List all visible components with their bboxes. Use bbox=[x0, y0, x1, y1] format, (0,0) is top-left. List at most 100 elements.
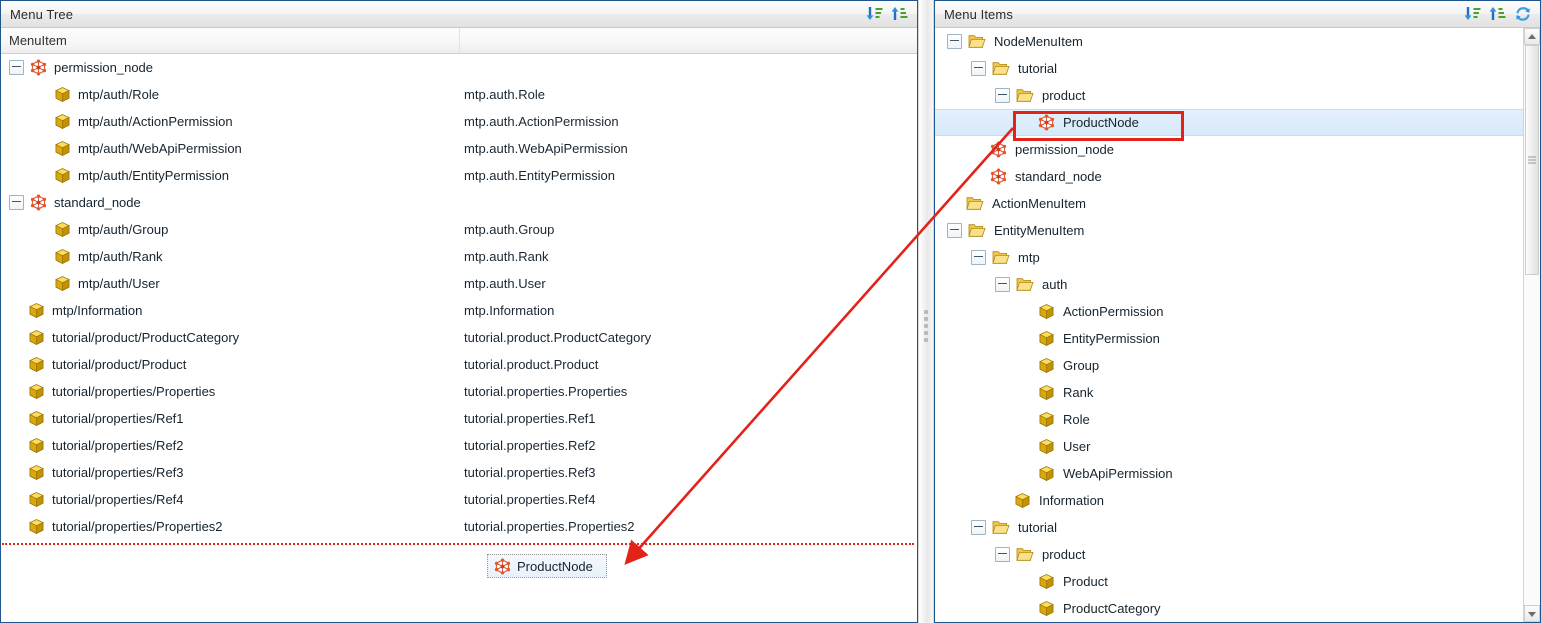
menu-items-row[interactable]: NodeMenuItem bbox=[935, 28, 1523, 55]
menu-tree-row[interactable]: mtp/auth/WebApiPermission mtp.auth.WebApi… bbox=[1, 135, 917, 162]
menu-items-row[interactable]: product bbox=[935, 82, 1523, 109]
collapse-node-toggle[interactable] bbox=[947, 223, 962, 238]
menu-items-row[interactable]: ProductCategory bbox=[935, 595, 1523, 622]
menu-items-row[interactable]: Information bbox=[935, 487, 1523, 514]
menu-tree-row-name-cell: mtp/auth/Role bbox=[1, 86, 460, 103]
cube-icon bbox=[1038, 600, 1055, 617]
column-header-value[interactable] bbox=[460, 28, 917, 53]
expander-placeholder bbox=[35, 223, 48, 236]
scrollbar-track[interactable] bbox=[1524, 45, 1540, 605]
drag-ghost-productnode[interactable]: ProductNode bbox=[487, 554, 607, 578]
expander-placeholder bbox=[9, 304, 22, 317]
menu-items-row[interactable]: tutorial bbox=[935, 514, 1523, 541]
node-icon bbox=[30, 59, 47, 76]
menu-tree-row[interactable]: mtp/auth/User mtp.auth.User bbox=[1, 270, 917, 297]
sort-ascending-icon[interactable] bbox=[891, 5, 909, 23]
menu-tree-row[interactable]: mtp/auth/ActionPermission mtp.auth.Action… bbox=[1, 108, 917, 135]
collapse-node-toggle[interactable] bbox=[971, 250, 986, 265]
collapse-node-toggle[interactable] bbox=[995, 277, 1010, 292]
menu-items-row[interactable]: Rank bbox=[935, 379, 1523, 406]
menu-tree-row-label: mtp/auth/User bbox=[78, 276, 160, 291]
sort-descending-icon[interactable] bbox=[866, 5, 884, 23]
menu-items-row[interactable]: User bbox=[935, 433, 1523, 460]
menu-items-row[interactable]: EntityPermission bbox=[935, 325, 1523, 352]
expander-placeholder bbox=[35, 169, 48, 182]
cube-icon bbox=[1038, 357, 1055, 374]
menu-tree-row-label: mtp/auth/Group bbox=[78, 222, 169, 237]
cube-icon bbox=[54, 248, 71, 265]
collapse-node-toggle[interactable] bbox=[9, 60, 24, 75]
menu-items-row[interactable]: mtp bbox=[935, 244, 1523, 271]
menu-items-row[interactable]: tutorial bbox=[935, 55, 1523, 82]
menu-items-row-label: Role bbox=[1063, 412, 1090, 427]
menu-items-row[interactable]: ActionMenuItem bbox=[935, 190, 1523, 217]
menu-tree-row-name-cell: tutorial/product/ProductCategory bbox=[1, 329, 460, 346]
menu-tree-row-name-cell: mtp/Information bbox=[1, 302, 460, 319]
menu-tree-row[interactable]: mtp/auth/EntityPermission mtp.auth.Entity… bbox=[1, 162, 917, 189]
menu-tree-row[interactable]: tutorial/product/Product tutorial.product… bbox=[1, 351, 917, 378]
folder-icon bbox=[1016, 547, 1034, 562]
menu-tree-row-value: mtp.auth.Rank bbox=[464, 249, 549, 264]
menu-tree-row-label: tutorial/properties/Properties bbox=[52, 384, 216, 399]
menu-tree-row[interactable]: tutorial/properties/Properties tutorial.p… bbox=[1, 378, 917, 405]
collapse-node-toggle[interactable] bbox=[995, 88, 1010, 103]
menu-items-row[interactable]: Product bbox=[935, 568, 1523, 595]
menu-items-panel: Menu Items NodeMenuItem tutorial product… bbox=[934, 0, 1541, 623]
column-header-menuitem[interactable]: MenuItem bbox=[1, 28, 460, 53]
menu-tree-row-name-cell: tutorial/properties/Ref2 bbox=[1, 437, 460, 454]
menu-tree-row-value: mtp.auth.WebApiPermission bbox=[464, 141, 628, 156]
collapse-node-toggle[interactable] bbox=[995, 547, 1010, 562]
menu-items-row[interactable]: permission_node bbox=[935, 136, 1523, 163]
menu-tree-row-label: mtp/auth/Role bbox=[78, 87, 159, 102]
menu-tree-row[interactable]: tutorial/properties/Ref3 tutorial.propert… bbox=[1, 459, 917, 486]
menu-items-row[interactable]: WebApiPermission bbox=[935, 460, 1523, 487]
menu-tree-row-value: tutorial.product.Product bbox=[464, 357, 599, 372]
menu-items-row[interactable]: standard_node bbox=[935, 163, 1523, 190]
menu-items-row-selected[interactable]: ProductNode bbox=[935, 109, 1523, 136]
chevron-down-icon bbox=[1528, 611, 1536, 617]
sort-ascending-icon[interactable] bbox=[1489, 5, 1507, 23]
menu-items-row[interactable]: product bbox=[935, 541, 1523, 568]
menu-tree-row[interactable]: standard_node bbox=[1, 189, 917, 216]
expander-placeholder bbox=[1019, 359, 1032, 372]
cube-icon bbox=[1038, 384, 1055, 401]
menu-tree-row[interactable]: tutorial/product/ProductCategory tutorial… bbox=[1, 324, 917, 351]
menu-tree-row[interactable]: mtp/auth/Group mtp.auth.Group bbox=[1, 216, 917, 243]
collapse-node-toggle[interactable] bbox=[9, 195, 24, 210]
menu-items-row[interactable]: Group bbox=[935, 352, 1523, 379]
node-icon bbox=[30, 194, 47, 211]
cube-icon bbox=[28, 491, 45, 508]
menu-tree-row[interactable]: tutorial/properties/Ref2 tutorial.propert… bbox=[1, 432, 917, 459]
node-icon bbox=[494, 558, 511, 575]
scroll-down-button[interactable] bbox=[1524, 605, 1540, 622]
menu-tree-row[interactable]: tutorial/properties/Ref4 tutorial.propert… bbox=[1, 486, 917, 513]
menu-tree-row[interactable]: permission_node bbox=[1, 54, 917, 81]
menu-items-row[interactable]: ActionPermission bbox=[935, 298, 1523, 325]
menu-items-row[interactable]: auth bbox=[935, 271, 1523, 298]
menu-tree-row[interactable]: mtp/auth/Role mtp.auth.Role bbox=[1, 81, 917, 108]
refresh-icon[interactable] bbox=[1514, 5, 1532, 23]
collapse-node-toggle[interactable] bbox=[947, 34, 962, 49]
menu-tree-row-label: mtp/auth/Rank bbox=[78, 249, 163, 264]
cube-icon bbox=[1014, 492, 1031, 509]
menu-items-vertical-scrollbar[interactable] bbox=[1523, 28, 1540, 622]
collapse-node-toggle[interactable] bbox=[971, 520, 986, 535]
expander-placeholder bbox=[971, 143, 984, 156]
splitter-grip-icon bbox=[924, 310, 928, 342]
sort-descending-icon[interactable] bbox=[1464, 5, 1482, 23]
menu-tree-row[interactable]: tutorial/properties/Ref1 tutorial.propert… bbox=[1, 405, 917, 432]
menu-tree-row[interactable]: mtp/auth/Rank mtp.auth.Rank bbox=[1, 243, 917, 270]
menu-items-list: NodeMenuItem tutorial product ProductNode pe… bbox=[935, 28, 1523, 622]
scroll-up-button[interactable] bbox=[1524, 28, 1540, 45]
menu-tree-row[interactable]: mtp/Information mtp.Information bbox=[1, 297, 917, 324]
menu-items-row[interactable]: EntityMenuItem bbox=[935, 217, 1523, 244]
folder-icon bbox=[1016, 277, 1034, 292]
menu-items-row[interactable]: Role bbox=[935, 406, 1523, 433]
scrollbar-thumb[interactable] bbox=[1525, 45, 1539, 275]
collapse-node-toggle[interactable] bbox=[971, 61, 986, 76]
expander-placeholder bbox=[1019, 575, 1032, 588]
folder-icon bbox=[992, 61, 1010, 76]
panel-splitter[interactable] bbox=[918, 0, 934, 623]
expander-placeholder bbox=[947, 197, 960, 210]
menu-tree-row[interactable]: tutorial/properties/Properties2 tutorial.… bbox=[1, 513, 917, 540]
